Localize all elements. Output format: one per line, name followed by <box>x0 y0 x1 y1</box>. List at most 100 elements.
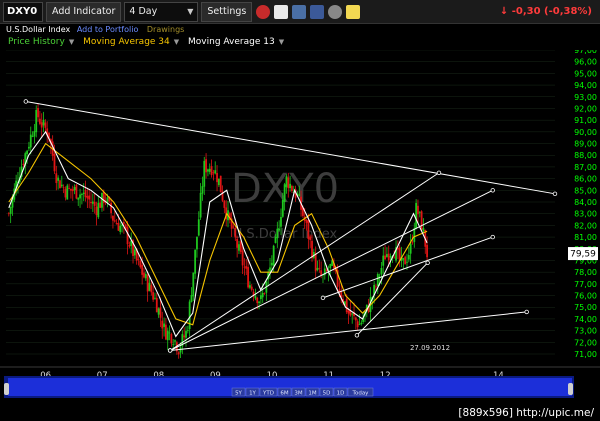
candle-body <box>214 170 217 174</box>
candle-body <box>110 202 113 214</box>
candle-body <box>236 238 239 248</box>
candle-body <box>207 169 209 172</box>
candle-body <box>298 194 301 196</box>
toolbar: DXY0 Add Indicator 4 Day ▼ Settings ↓ -0… <box>0 0 600 24</box>
y-tick-label: 72,00 <box>574 338 597 347</box>
candle-body <box>44 122 47 128</box>
facebook-icon[interactable] <box>310 4 325 19</box>
candle-body <box>70 188 72 191</box>
legend-chevron-icon[interactable]: ▼ <box>279 38 284 46</box>
y-tick-label: 73,00 <box>574 327 597 336</box>
candle-body <box>29 134 32 148</box>
candle-body <box>84 189 87 198</box>
trendline-anchor <box>23 99 29 104</box>
people-icon[interactable] <box>292 4 307 19</box>
candle-body <box>73 187 76 191</box>
legend-price-history[interactable]: Price History <box>8 37 65 47</box>
candle-body <box>82 192 85 194</box>
candle-body <box>59 180 61 189</box>
date-label: 27.09.2012 <box>410 344 450 352</box>
ticker-input[interactable]: DXY0 <box>3 1 43 22</box>
candle-body <box>347 310 350 314</box>
legend-chevron-icon[interactable]: ▼ <box>174 38 179 46</box>
add-to-portfolio-link[interactable]: Add to Portfolio <box>77 25 139 34</box>
candle-body <box>28 146 30 149</box>
candle-body <box>150 284 153 293</box>
candle-body <box>354 317 357 321</box>
legend-ma13[interactable]: Moving Average 13 <box>188 37 275 47</box>
clock-icon[interactable] <box>256 4 271 19</box>
candle-body <box>320 270 323 276</box>
candle-body <box>351 313 354 315</box>
navigator-left-handle[interactable] <box>4 383 9 395</box>
y-tick-label: 92,00 <box>574 104 597 113</box>
candle-body <box>283 184 286 202</box>
candle-body <box>309 236 312 240</box>
candle-body <box>185 331 187 338</box>
range-button-label: 3M <box>294 391 302 397</box>
candle-body <box>212 172 215 174</box>
y-tick-label: 76,00 <box>574 292 597 301</box>
candle-body <box>172 344 175 346</box>
y-tick-label: 82,00 <box>574 221 597 230</box>
candle-body <box>278 228 281 231</box>
candle-body <box>217 178 220 186</box>
candle-body <box>159 307 162 318</box>
navigator-right-handle[interactable] <box>568 383 573 395</box>
candle-body <box>177 352 180 355</box>
candle-body <box>382 255 385 266</box>
range-buttons[interactable]: 5Y 1Y YTD 6M 3M 1M 5D 1D Today <box>231 387 374 397</box>
y-tick-label: 87,00 <box>574 163 597 172</box>
candle-body <box>249 285 251 288</box>
candle-body <box>311 240 313 259</box>
candle-body <box>422 228 425 232</box>
y-tick-label: 90,00 <box>574 128 597 137</box>
range-button-label: 1Y <box>249 391 256 397</box>
candle-body <box>37 107 39 118</box>
legend-chevron-icon[interactable]: ▼ <box>69 38 74 46</box>
candle-body <box>133 249 136 256</box>
candle-body <box>170 334 173 344</box>
candle-body <box>274 236 277 243</box>
candle-body <box>247 267 249 288</box>
y-tick-label: 89,00 <box>574 140 597 149</box>
candle-body <box>148 282 151 291</box>
candle-body <box>203 160 206 187</box>
candle-body <box>38 118 41 124</box>
drawings-link[interactable]: Drawings <box>147 25 184 34</box>
candle-body <box>197 219 200 236</box>
candle-body <box>281 199 284 217</box>
candle-body <box>386 254 388 257</box>
candle-body <box>163 323 165 327</box>
candle-body <box>415 202 418 229</box>
legend-ma34[interactable]: Moving Average 34 <box>83 37 170 47</box>
candle-body <box>93 201 96 206</box>
y-tick-label: 96,00 <box>574 58 597 67</box>
candle-body <box>55 173 58 183</box>
period-select[interactable]: 4 Day ▼ <box>124 1 199 22</box>
candle-body <box>270 262 273 266</box>
candle-body <box>71 189 74 192</box>
candle-body <box>305 219 308 223</box>
time-navigator[interactable]: 5Y 1Y YTD 6M 3M 1M 5D 1D Today <box>4 376 574 398</box>
candle-body <box>356 321 359 328</box>
trendline-anchor <box>490 234 495 240</box>
candle-body <box>259 295 262 300</box>
candle-body <box>287 177 290 189</box>
candle-body <box>241 250 244 266</box>
candle-body <box>418 211 421 213</box>
note-icon[interactable] <box>346 4 361 19</box>
candle-body <box>280 216 282 227</box>
candle-body <box>285 176 288 188</box>
candle-body <box>380 267 383 275</box>
price-chart[interactable]: DXY0 U.S.Dollar Index 71,0072,0073,0074,… <box>0 50 600 421</box>
instrument-name: U.S.Dollar Index <box>6 25 71 34</box>
candle-body <box>318 267 321 269</box>
candle-body <box>245 266 248 269</box>
settings-button[interactable]: Settings <box>201 1 253 22</box>
candle-body <box>358 324 361 326</box>
gear-icon[interactable] <box>328 4 343 19</box>
add-indicator-button[interactable]: Add Indicator <box>46 1 122 22</box>
page-icon[interactable] <box>274 4 289 19</box>
candle-body <box>254 295 257 299</box>
